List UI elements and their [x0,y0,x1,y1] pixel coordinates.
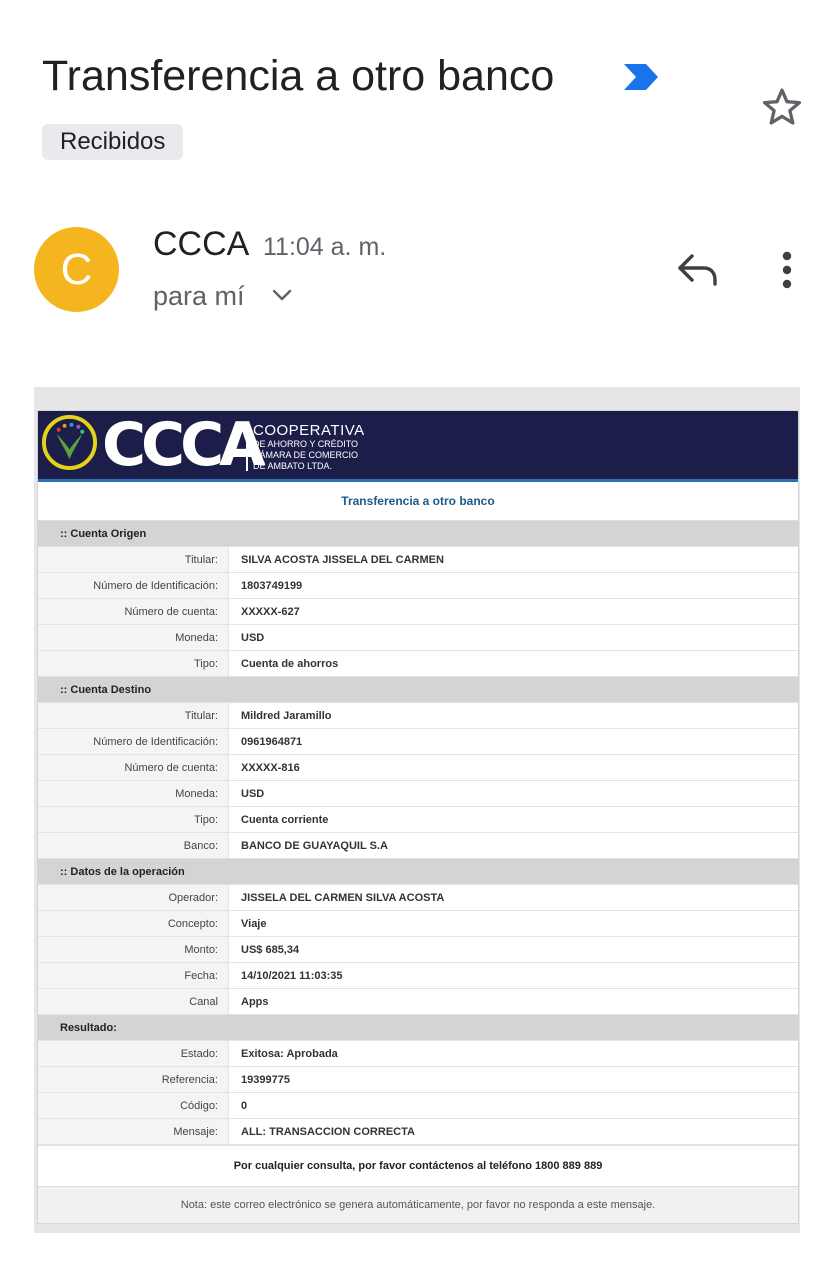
star-outline-icon[interactable] [760,85,804,129]
field-value: XXXXX-627 [228,598,798,625]
field-value: USD [228,624,798,651]
field-value: 0961964871 [228,728,798,755]
field-value: 0 [228,1092,798,1119]
table-row: Estado: Exitosa: Aprobada [38,1040,798,1067]
bank-banner: CCCA COOPERATIVA DE AHORRO Y CRÉDITO CÁM… [38,411,798,482]
field-label: Estado: [38,1040,229,1067]
transfer-receipt: CCCA COOPERATIVA DE AHORRO Y CRÉDITO CÁM… [37,410,799,1224]
field-value: Cuenta de ahorros [228,650,798,677]
field-value: Cuenta corriente [228,806,798,833]
table-row: Tipo: Cuenta de ahorros [38,650,798,677]
table-row: Número de Identificación: 0961964871 [38,728,798,755]
table-row: Moneda: USD [38,780,798,807]
table-row: Número de cuenta: XXXXX-816 [38,754,798,781]
field-label: Concepto: [38,910,229,937]
field-label: Fecha: [38,962,229,989]
contact-info: Por cualquier consulta, por favor contác… [38,1145,798,1186]
message-time: 11:04 a. m. [263,233,387,261]
email-subject: Transferencia a otro banco [42,52,555,100]
table-row: Moneda: USD [38,624,798,651]
sender-avatar[interactable]: C [34,227,119,312]
bank-brand-mark: CCCA [102,410,266,480]
field-label: Tipo: [38,806,229,833]
field-label: Banco: [38,832,229,859]
field-value: US$ 685,34 [228,936,798,963]
brand-line-4: DE AMBATO LTDA. [253,461,333,471]
field-value: XXXXX-816 [228,754,798,781]
label-chip-inbox[interactable]: Recibidos [42,124,184,160]
field-value: 1803749199 [228,572,798,599]
field-label: Código: [38,1092,229,1119]
field-label: Titular: [38,546,229,573]
field-value: 14/10/2021 11:03:35 [228,962,798,989]
sender-name[interactable]: CCCA [153,222,249,266]
reply-icon[interactable] [674,250,720,290]
field-label: Tipo: [38,650,229,677]
email-body-frame: CCCA COOPERATIVA DE AHORRO Y CRÉDITO CÁM… [34,387,800,1233]
section-header-result: Resultado: [38,1014,798,1041]
brand-line-1: COOPERATIVA [253,422,365,439]
field-value: 19399775 [228,1066,798,1093]
field-label: Titular: [38,702,229,729]
cooperative-logo-icon [41,414,98,471]
field-value: SILVA ACOSTA JISSELA DEL CARMEN [228,546,798,573]
field-label: Moneda: [38,624,229,651]
auto-generated-note: Nota: este correo electrónico se genera … [38,1186,798,1223]
table-row: Referencia: 19399775 [38,1066,798,1093]
recipient-line[interactable]: para mí [153,278,245,314]
bank-full-name: COOPERATIVA DE AHORRO Y CRÉDITO CÁMARA D… [253,423,365,472]
section-header-operation: :: Datos de la operación [38,858,798,885]
field-label: Canal [38,988,229,1015]
importance-marker-icon[interactable] [622,62,660,92]
field-label: Moneda: [38,780,229,807]
receipt-title: Transferencia a otro banco [38,482,798,521]
table-row: Tipo: Cuenta corriente [38,806,798,833]
field-value: JISSELA DEL CARMEN SILVA ACOSTA [228,884,798,911]
table-row: Banco: BANCO DE GUAYAQUIL S.A [38,832,798,859]
table-row: Código: 0 [38,1092,798,1119]
table-row: Fecha: 14/10/2021 11:03:35 [38,962,798,989]
field-value: ALL: TRANSACCION CORRECTA [228,1118,798,1145]
field-label: Referencia: [38,1066,229,1093]
table-row: Número de cuenta: XXXXX-627 [38,598,798,625]
table-row: Concepto: Viaje [38,910,798,937]
field-value: Viaje [228,910,798,937]
table-row: Titular: SILVA ACOSTA JISSELA DEL CARMEN [38,546,798,573]
field-value: USD [228,780,798,807]
field-label: Número de cuenta: [38,754,229,781]
table-row: Canal Apps [38,988,798,1015]
table-row: Mensaje: ALL: TRANSACCION CORRECTA [38,1118,798,1145]
field-value: BANCO DE GUAYAQUIL S.A [228,832,798,859]
field-label: Número de cuenta: [38,598,229,625]
field-label: Número de Identificación: [38,728,229,755]
section-header-destination: :: Cuenta Destino [38,676,798,703]
brand-line-2: DE AHORRO Y CRÉDITO [253,439,359,449]
receipt-details-table: :: Cuenta Origen Titular: SILVA ACOSTA JI… [38,521,798,1145]
field-value: Apps [228,988,798,1015]
table-row: Monto: US$ 685,34 [38,936,798,963]
chevron-down-icon[interactable] [270,283,294,307]
section-header-origin: :: Cuenta Origen [38,521,798,547]
field-label: Número de Identificación: [38,572,229,599]
field-value: Mildred Jaramillo [228,702,798,729]
field-label: Mensaje: [38,1118,229,1145]
table-row: Operador: JISSELA DEL CARMEN SILVA ACOSTA [38,884,798,911]
banner-divider [246,423,248,471]
field-label: Monto: [38,936,229,963]
table-row: Número de Identificación: 1803749199 [38,572,798,599]
more-vert-icon[interactable] [772,249,802,293]
brand-line-3: CÁMARA DE COMERCIO [253,450,359,460]
field-value: Exitosa: Aprobada [228,1040,798,1067]
table-row: Titular: Mildred Jaramillo [38,702,798,729]
field-label: Operador: [38,884,229,911]
